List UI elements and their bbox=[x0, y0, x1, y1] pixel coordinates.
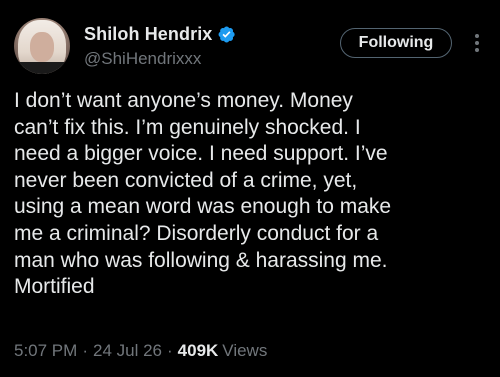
tweet-text-line: man who was following & harassing me. bbox=[14, 248, 388, 272]
avatar[interactable] bbox=[14, 18, 70, 74]
tweet-text-line: need a bigger voice. I need support. I’v… bbox=[14, 142, 388, 166]
tweet-text-line: can’t fix this. I’m genuinely shocked. I bbox=[14, 115, 361, 139]
tweet-time[interactable]: 5:07 PM bbox=[14, 341, 77, 361]
meta-separator: · bbox=[166, 341, 173, 360]
meta-separator: · bbox=[82, 341, 88, 360]
views-count: 409K bbox=[177, 341, 219, 360]
avatar-face bbox=[30, 32, 54, 62]
views-label: Views bbox=[222, 341, 268, 360]
tweet-text-line: Mortified bbox=[14, 275, 95, 299]
tweet-text-line: never been convicted of a crime, yet, bbox=[14, 168, 358, 192]
ellipsis-vertical-icon bbox=[475, 34, 479, 52]
following-button[interactable]: Following bbox=[340, 28, 452, 58]
tweet-text-line: using a mean word was enough to make bbox=[14, 195, 392, 219]
tweet-date[interactable]: 24 Jul 26 bbox=[93, 341, 162, 361]
tweet-meta: 5:07 PM · 24 Jul 26 · 409K Views bbox=[14, 341, 267, 361]
author-name-row: Shiloh Hendrix bbox=[84, 22, 236, 46]
author-display-name[interactable]: Shiloh Hendrix bbox=[84, 24, 212, 45]
more-options-button[interactable] bbox=[465, 31, 489, 55]
tweet-text-line: I don’t want anyone’s money. Money bbox=[14, 89, 353, 112]
tweet-text: I don’t want anyone’s money. Money can’t… bbox=[14, 88, 490, 301]
verified-badge-icon bbox=[218, 25, 236, 43]
tweet-card: Shiloh Hendrix @ShiHendrixxx Following I… bbox=[0, 0, 500, 377]
author-handle[interactable]: @ShiHendrixxx bbox=[84, 49, 201, 69]
tweet-text-line: me a criminal? Disorderly conduct for a bbox=[14, 221, 379, 245]
avatar-shirt bbox=[14, 62, 70, 74]
